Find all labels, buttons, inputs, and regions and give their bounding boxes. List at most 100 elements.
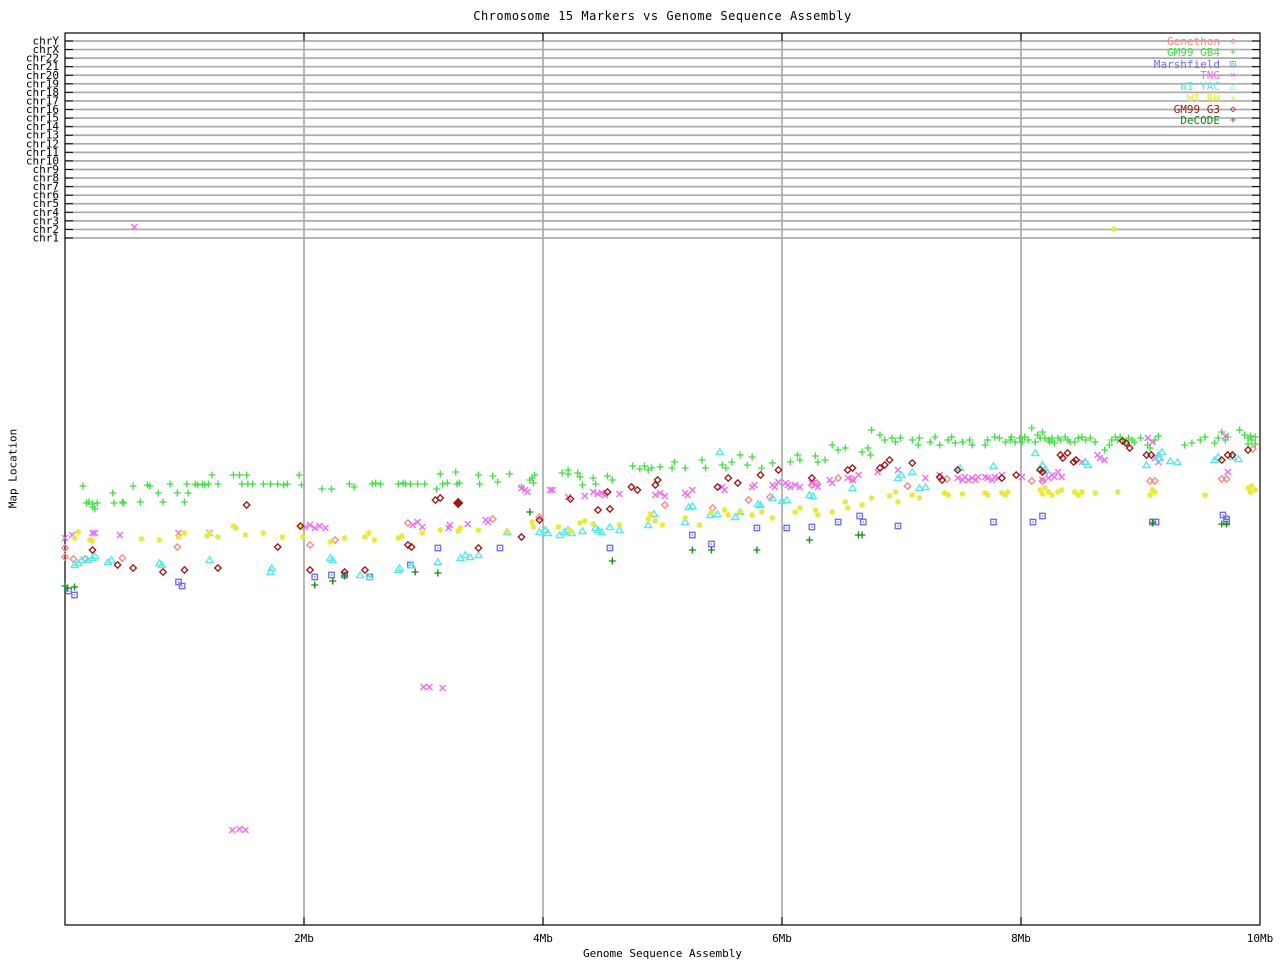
legend-label: GM99 GB4	[1167, 46, 1220, 60]
data-point-wi-rh	[659, 522, 666, 528]
data-point-wi-yac	[106, 555, 117, 564]
data-point-marshfield	[808, 523, 816, 531]
data-point-wi-rh	[1004, 489, 1011, 495]
data-point-gm99-gb4	[229, 471, 237, 479]
data-point-gm99-gb4	[204, 480, 212, 488]
data-point-wi-rh	[365, 530, 372, 536]
data-point-gm99-gb4	[681, 464, 689, 472]
data-point-gm99-gb4	[267, 480, 275, 488]
data-point-wi-rh	[214, 534, 221, 540]
legend-item-decode: DeCODE +	[1154, 115, 1246, 126]
data-point-wi-rh	[829, 509, 836, 515]
legend-item-wi-yac: WI YAC △	[1154, 81, 1246, 92]
data-point-gm99-g3	[474, 543, 483, 553]
data-point-wi-rh	[71, 535, 78, 541]
data-point-wi-yac	[1233, 454, 1244, 463]
data-point-tng	[688, 486, 696, 494]
data-point-gm99-g3	[724, 473, 733, 483]
triangle-icon: △	[1229, 81, 1237, 93]
data-point-gm99-gb4	[1211, 439, 1219, 447]
data-point-wi-yac	[1157, 447, 1167, 456]
data-point-wi-yac	[687, 501, 698, 510]
x-tick-label: 8Mb	[1011, 932, 1031, 945]
data-point-gm99-g3	[128, 563, 138, 573]
data-point-decode	[329, 577, 337, 585]
data-point-gm99-gb4	[604, 472, 612, 480]
data-point-gm99-gb4	[436, 470, 444, 478]
data-point-marshfield	[834, 518, 842, 526]
data-point-marshfield	[859, 518, 867, 526]
data-point-gm99-gb4	[858, 448, 866, 456]
data-point-gm99-gb4	[414, 480, 422, 488]
data-point-wi-rh	[1202, 492, 1209, 498]
data-point-wi-rh	[75, 529, 82, 535]
data-point-wi-rh	[682, 515, 689, 521]
data-point-wi-rh	[868, 495, 875, 501]
data-point-gm99-gb4	[558, 469, 566, 477]
data-point-gm99-gb4	[864, 444, 872, 452]
data-point-marshfield	[1152, 518, 1160, 526]
data-point-wi-rh	[232, 525, 239, 531]
data-point-gm99-gb4	[109, 489, 117, 497]
data-point-gm99-gb4	[129, 482, 137, 490]
square-icon: ⊡	[1229, 58, 1237, 70]
x-tick-label: 2Mb	[294, 932, 314, 945]
data-point-gm99-gb4	[888, 434, 896, 442]
data-point-wi-rh	[530, 524, 537, 530]
data-point-wi-rh	[206, 530, 213, 536]
data-point-wi-yac	[847, 483, 858, 492]
data-point-genethon	[903, 481, 912, 491]
data-point-tng	[751, 481, 758, 489]
data-point-wi-rh	[1151, 489, 1158, 495]
data-point-wi-yac	[1165, 456, 1176, 465]
data-point-gm99-gb4	[828, 441, 836, 449]
data-point-decode	[753, 546, 761, 554]
data-point-marshfield	[783, 524, 791, 532]
data-point-tng	[581, 492, 589, 500]
data-point-gm99-gb4	[506, 470, 514, 478]
data-point-genethon	[69, 554, 78, 564]
data-point-wi-rh	[138, 536, 145, 542]
data-point-wi-yac	[473, 550, 484, 559]
data-point-gm99-gb4	[93, 499, 101, 507]
data-point-gm99-gb4	[866, 451, 874, 459]
data-point-gm99-gb4	[154, 489, 162, 497]
data-point-gm99-g3	[180, 565, 189, 575]
data-point-wi-rh	[909, 492, 916, 498]
data-point-wi-rh	[721, 507, 728, 513]
data-point-tng	[828, 479, 836, 487]
data-point-tng	[523, 488, 531, 496]
data-point-marshfield	[65, 587, 72, 595]
data-point-decode	[858, 531, 866, 539]
data-point-gm99-g3	[885, 455, 894, 465]
data-point-wi-rh	[725, 512, 732, 518]
data-point-wi-rh	[1111, 226, 1118, 232]
data-point-gm99-gb4	[915, 434, 923, 442]
data-point-marshfield	[689, 531, 696, 539]
data-point-gm99-gb4	[564, 470, 572, 478]
data-point-gm99-g3	[517, 532, 526, 542]
data-point-gm99-g3	[452, 497, 464, 509]
data-point-gm99-gb4	[931, 433, 939, 441]
data-point-marshfield	[856, 512, 864, 520]
data-point-genethon	[744, 495, 753, 505]
data-point-wi-yac	[1172, 457, 1183, 466]
data-point-gm99-gb4	[702, 464, 710, 472]
data-point-gm99-gb4	[743, 461, 751, 469]
plot-border	[64, 32, 1261, 926]
data-point-gm99-g3	[593, 505, 603, 515]
data-point-marshfield	[434, 544, 442, 552]
data-point-gm99-gb4	[280, 481, 288, 489]
data-point-gm99-gb4	[238, 480, 246, 488]
data-point-decode	[805, 536, 813, 544]
data-point-tng	[774, 478, 782, 486]
data-point-gm99-gb4	[698, 456, 706, 464]
data-point-wi-rh	[1252, 487, 1259, 493]
data-point-gm99-gb4	[908, 436, 916, 444]
data-point-gm99-gb4	[118, 498, 126, 506]
plus-icon: +	[1229, 115, 1237, 127]
data-point-gm99-gb4	[811, 452, 819, 460]
data-point-gm99-gb4	[1188, 439, 1196, 447]
data-point-gm99-gb4	[991, 433, 999, 441]
data-point-gm99-gb4	[489, 472, 497, 480]
